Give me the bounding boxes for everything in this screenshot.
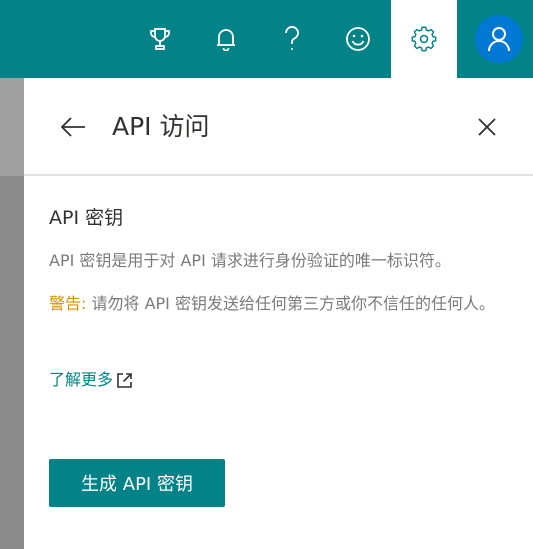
generate-api-key-button[interactable]: 生成 API 密钥 (49, 459, 225, 507)
notifications-button[interactable] (193, 0, 259, 78)
top-bar (0, 0, 533, 78)
avatar (475, 15, 523, 63)
learn-more-link[interactable]: 了解更多 (49, 368, 133, 392)
section-title: API 密钥 (49, 207, 124, 229)
background-overlay-band (0, 78, 24, 176)
bell-icon (217, 29, 235, 51)
trophy-button[interactable] (127, 0, 193, 78)
description-text: API 密钥是用于对 API 请求进行身份验证的唯一标识符。 (49, 251, 451, 270)
arrow-left-icon (60, 117, 85, 137)
warning-text: 警告: 请勿将 API 密钥发送给任何第三方或你不信任的任何人。 (49, 291, 517, 316)
trophy-icon (150, 28, 170, 50)
back-button[interactable] (54, 108, 92, 146)
account-button[interactable] (466, 0, 532, 78)
external-link-icon (116, 372, 133, 389)
warning-message: 请勿将 API 密钥发送给任何第三方或你不信任的任何人。 (86, 294, 495, 313)
api-access-panel: API 访问 API 密钥 API 密钥是用于对 API 请求进行身份验证的唯一… (24, 78, 533, 549)
help-button[interactable] (259, 0, 325, 78)
feedback-button[interactable] (325, 0, 391, 78)
settings-button[interactable] (391, 0, 457, 78)
close-icon (478, 118, 496, 136)
panel-header: API 访问 (24, 78, 533, 176)
close-button[interactable] (468, 108, 506, 146)
help-icon (285, 26, 299, 50)
smiley-icon (346, 27, 370, 51)
learn-more-label: 了解更多 (49, 370, 114, 389)
background-overlay (0, 78, 24, 549)
person-icon (488, 27, 510, 52)
gear-icon (411, 26, 437, 52)
panel-title: API 访问 (112, 112, 210, 141)
warning-label: 警告: (49, 294, 87, 313)
